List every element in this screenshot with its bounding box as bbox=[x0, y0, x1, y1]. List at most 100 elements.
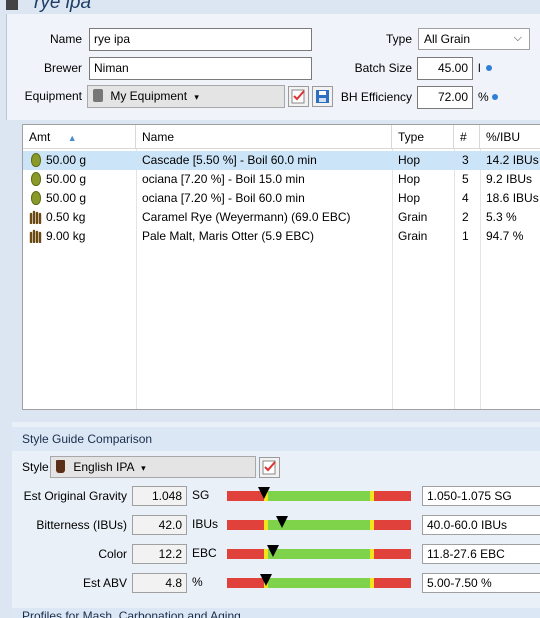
metric-range: 40.0-60.0 IBUs bbox=[422, 515, 540, 535]
metric-value: 12.2 bbox=[132, 544, 187, 564]
metric-range: 11.8-27.6 EBC bbox=[422, 544, 540, 564]
type-value: All Grain bbox=[424, 32, 471, 46]
chevron-down-icon: ⌵ bbox=[513, 32, 522, 44]
metric-unit: % bbox=[192, 575, 203, 589]
gauge-marker-icon bbox=[260, 574, 272, 586]
sort-ascending-icon: ▲ bbox=[67, 133, 77, 143]
cell-ibu: 14.2 IBUs bbox=[486, 153, 539, 167]
gauge-segment bbox=[227, 520, 264, 530]
metric-value: 4.8 bbox=[132, 573, 187, 593]
gauge-segment bbox=[374, 520, 411, 530]
batch-size-field[interactable]: 45.00 bbox=[417, 57, 473, 80]
checklist-icon bbox=[291, 89, 305, 104]
cell-amount: 50.00 g bbox=[46, 172, 87, 186]
type-select[interactable]: All Grain ⌵ bbox=[418, 28, 530, 50]
hop-icon bbox=[31, 191, 41, 205]
cell-amount: 50.00 g bbox=[46, 191, 87, 205]
style-range-gauge bbox=[227, 491, 411, 501]
metric-unit: EBC bbox=[192, 546, 217, 560]
table-row[interactable]: 50.00 g ociana [7.20 %] - Boil 60.0 min Ho… bbox=[23, 189, 540, 208]
style-range-gauge bbox=[227, 578, 411, 588]
gauge-segment bbox=[374, 549, 411, 559]
style-label: Style bbox=[22, 460, 49, 474]
cell-type: Grain bbox=[398, 229, 428, 243]
bh-efficiency-field[interactable]: 72.00 bbox=[417, 86, 473, 109]
profiles-section-title: Profiles for Mash, Carbonation and Aging bbox=[22, 609, 241, 618]
checklist-icon bbox=[262, 460, 276, 475]
name-label: Name bbox=[49, 32, 82, 46]
metric-label: Bitterness (IBUs) bbox=[36, 518, 127, 532]
equipment-label: Equipment bbox=[24, 89, 82, 103]
column-header-type[interactable]: Type bbox=[392, 125, 454, 149]
cell-ibu: 94.7 % bbox=[486, 229, 524, 243]
cell-type: Hop bbox=[398, 172, 421, 186]
column-header-number[interactable]: # bbox=[454, 125, 480, 149]
ingredients-table[interactable]: Amt ▲ Name Type # %/IBU 50.00 g Cascade [… bbox=[22, 124, 540, 410]
gauge-marker-icon bbox=[276, 516, 288, 528]
cell-amount: 0.50 kg bbox=[46, 210, 86, 224]
metric-value: 42.0 bbox=[132, 515, 187, 535]
metric-range: 1.050-1.075 SG bbox=[422, 486, 540, 506]
cell-amount: 50.00 g bbox=[46, 153, 87, 167]
style-guide-header: Style Guide Comparison bbox=[12, 427, 540, 451]
cell-name: Pale Malt, Maris Otter (5.9 EBC) bbox=[142, 229, 315, 243]
cell-type: Hop bbox=[398, 191, 421, 205]
dropdown-arrow-icon: ▾ bbox=[194, 92, 199, 102]
hop-icon bbox=[31, 153, 41, 167]
table-row[interactable]: 50.00 g Cascade [5.50 %] - Boil 60.0 min H… bbox=[23, 151, 540, 170]
column-header-name[interactable]: Name bbox=[136, 125, 392, 149]
style-range-gauge bbox=[227, 520, 411, 530]
cell-type: Grain bbox=[398, 210, 428, 224]
cell-name: Caramel Rye (Weyermann) (69.0 EBC) bbox=[142, 210, 351, 224]
bh-efficiency-label: BH Efficiency bbox=[340, 90, 412, 104]
metric-unit: SG bbox=[192, 488, 210, 502]
metric-range: 5.00-7.50 % bbox=[422, 573, 540, 593]
column-header-amt[interactable]: Amt ▲ bbox=[23, 125, 136, 149]
metric-value: 1.048 bbox=[132, 486, 187, 506]
grain-icon bbox=[29, 210, 43, 225]
cell-name: ociana [7.20 %] - Boil 15.0 min bbox=[142, 172, 305, 186]
gauge-segment bbox=[374, 578, 411, 588]
beer-glass-icon bbox=[56, 460, 65, 473]
edit-equipment-button[interactable] bbox=[288, 86, 309, 107]
cell-name: Cascade [5.50 %] - Boil 60.0 min bbox=[142, 153, 317, 167]
table-row[interactable]: 50.00 g ociana [7.20 %] - Boil 15.0 min Ho… bbox=[23, 170, 540, 189]
gauge-marker-icon bbox=[258, 487, 270, 499]
brewer-field[interactable]: Niman bbox=[89, 57, 312, 80]
batch-size-unit: l bbox=[478, 61, 481, 75]
table-row[interactable]: 0.50 kg Caramel Rye (Weyermann) (69.0 EBC… bbox=[23, 208, 540, 227]
table-row[interactable]: 9.00 kg Pale Malt, Maris Otter (5.9 EBC) G… bbox=[23, 227, 540, 246]
equipment-select[interactable]: My Equipment ▾ bbox=[87, 85, 285, 108]
gauge-segment bbox=[268, 549, 370, 559]
gauge-segment bbox=[268, 491, 370, 501]
style-select[interactable]: English IPA ▾ bbox=[50, 456, 256, 478]
column-header-ibu[interactable]: %/IBU bbox=[480, 125, 540, 149]
cell-number: 5 bbox=[462, 172, 469, 186]
bh-efficiency-indicator-icon bbox=[492, 94, 498, 100]
dropdown-arrow-icon: ▾ bbox=[141, 463, 146, 473]
gauge-segment bbox=[227, 549, 264, 559]
recipe-title: rye ipa bbox=[34, 0, 92, 13]
cell-amount: 9.00 kg bbox=[46, 229, 86, 243]
grain-icon bbox=[29, 229, 43, 244]
type-label: Type bbox=[385, 32, 412, 46]
cell-type: Hop bbox=[398, 153, 421, 167]
bh-efficiency-unit: % bbox=[478, 90, 489, 104]
hop-icon bbox=[31, 172, 41, 186]
gauge-segment bbox=[227, 578, 264, 588]
brewer-label: Brewer bbox=[43, 61, 82, 75]
gauge-segment bbox=[268, 578, 370, 588]
cell-ibu: 9.2 IBUs bbox=[486, 172, 533, 186]
metric-unit: IBUs bbox=[192, 517, 219, 531]
metric-label: Color bbox=[98, 547, 127, 561]
cell-number: 3 bbox=[462, 153, 469, 167]
cell-ibu: 5.3 % bbox=[486, 210, 517, 224]
style-range-gauge bbox=[227, 549, 411, 559]
edit-style-button[interactable] bbox=[259, 457, 280, 478]
style-value: English IPA bbox=[73, 460, 134, 474]
recipe-icon bbox=[6, 0, 18, 10]
gauge-segment bbox=[374, 491, 411, 501]
name-field[interactable]: rye ipa bbox=[89, 28, 312, 51]
equipment-value: My Equipment bbox=[110, 89, 188, 103]
column-header-amt-label: Amt bbox=[29, 130, 51, 144]
